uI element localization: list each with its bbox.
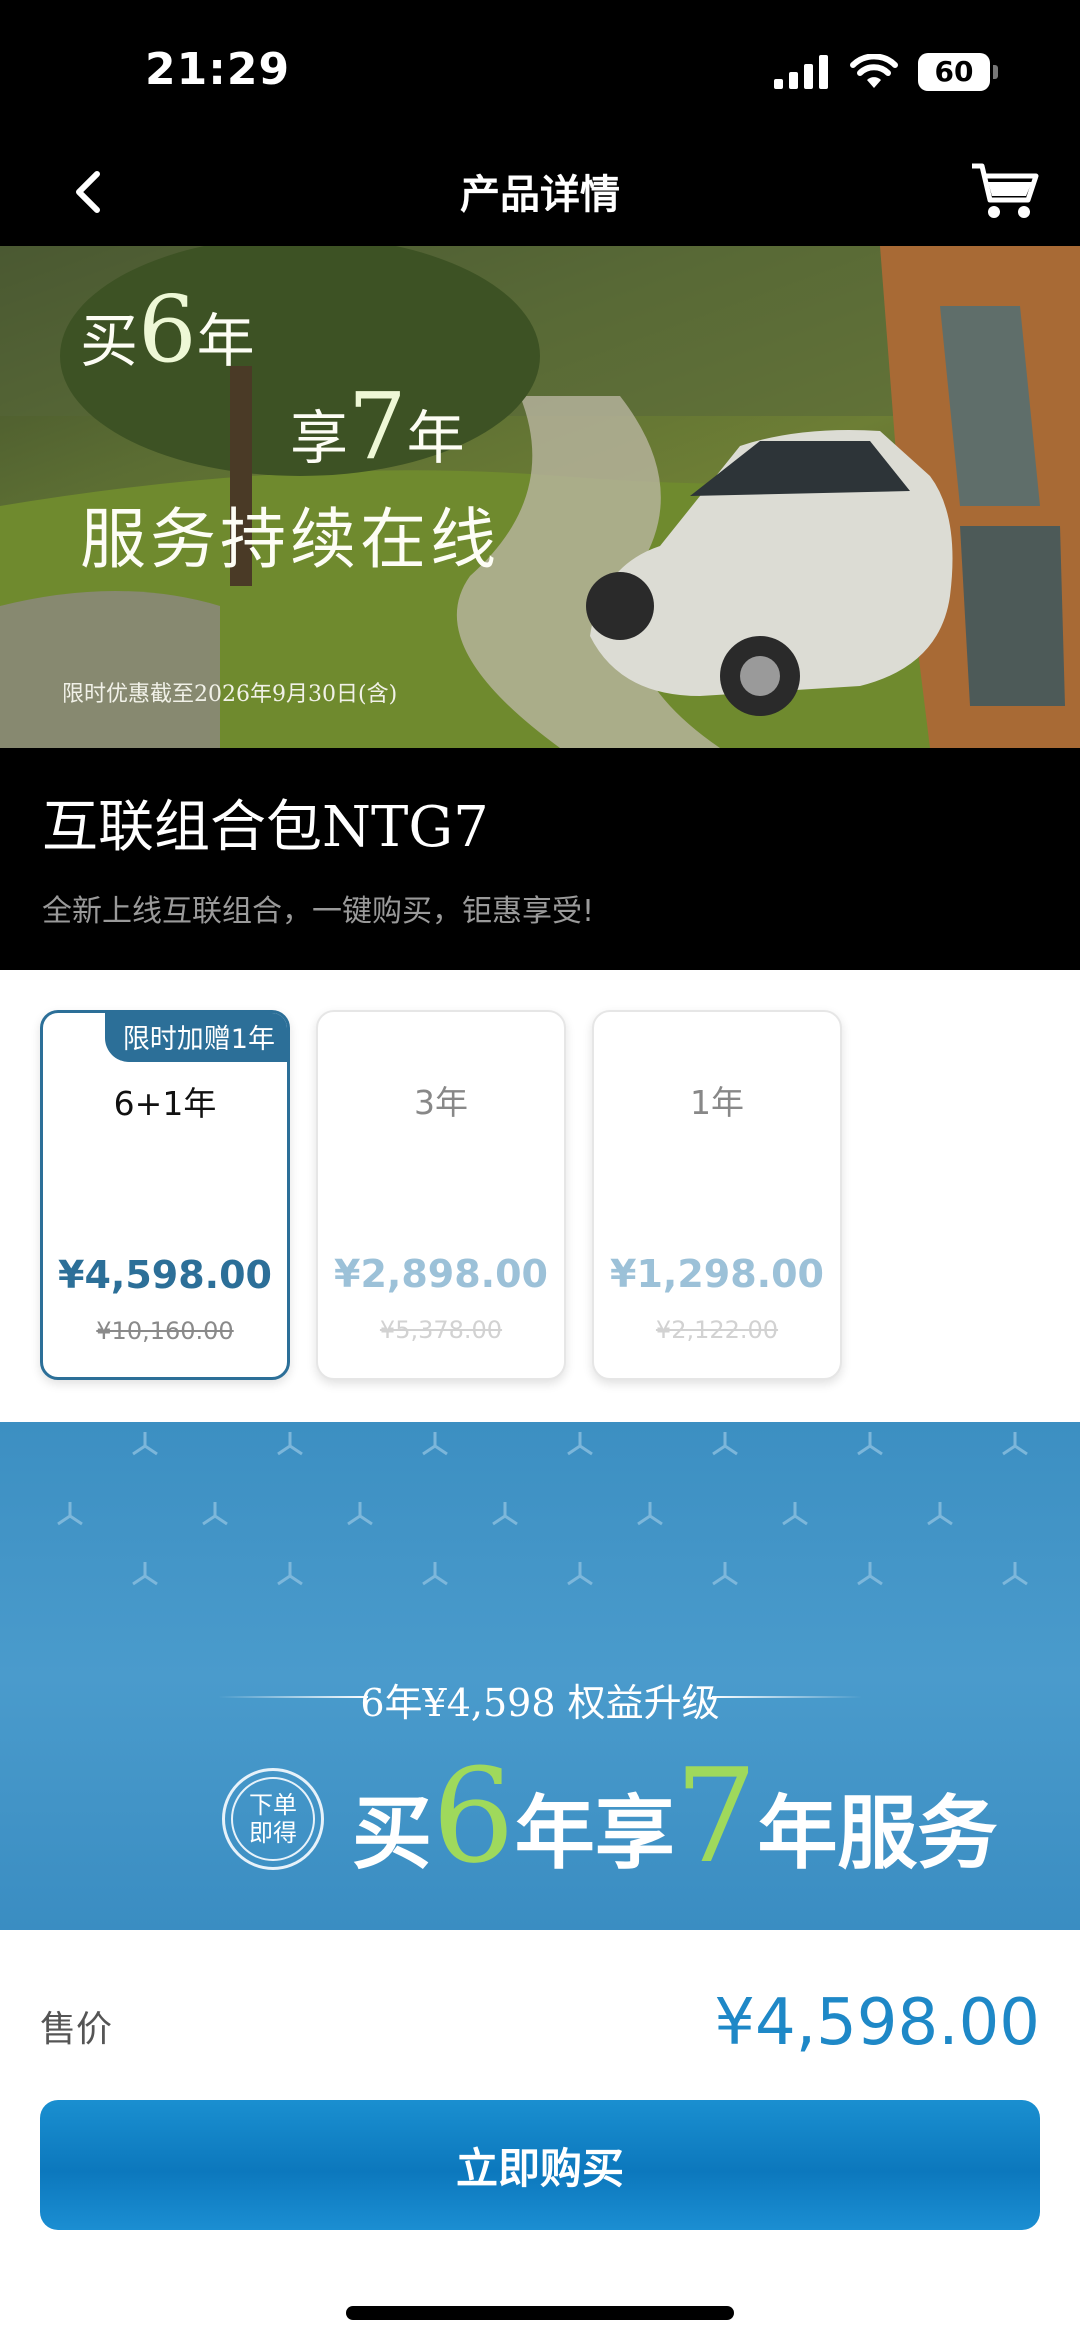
wifi-icon [850, 54, 898, 88]
package-options: 限时加赠1年 6+1年 ¥4,598.00 ¥10,160.00 3年 ¥2,8… [40, 1010, 842, 1380]
package-price: ¥2,898.00 [334, 1252, 548, 1296]
package-label: 6+1年 [113, 1084, 217, 1123]
hero-headline: 买6年 享7年 服务持续在线 [80, 276, 500, 582]
hero-banner: 买6年 享7年 服务持续在线 限时优惠截至2026年9月30日(含) [0, 246, 1080, 748]
promo-main-suffix: 年服务 [757, 1786, 998, 1880]
package-option-6plus1[interactable]: 限时加赠1年 6+1年 ¥4,598.00 ¥10,160.00 [40, 1010, 290, 1380]
status-icons: 60 [774, 50, 998, 94]
package-price: ¥1,298.00 [610, 1252, 824, 1296]
product-info: 互联组合包NTG7 全新上线互联组合，一键购买，钜惠享受! [0, 748, 1080, 970]
price-value: ¥4,598.00 [714, 1986, 1040, 2060]
promo-main-num1: 6 [432, 1740, 515, 1892]
promo-main-text: 买6年享7年服务 [352, 1740, 997, 1892]
page-title: 产品详情 [460, 172, 620, 218]
hero-line-service: 服务持续在线 [80, 501, 500, 578]
hero-line2-number: 7 [348, 373, 407, 480]
package-original-price: ¥2,122.00 [655, 1316, 779, 1344]
product-name: 互联组合包NTG7 [42, 795, 489, 860]
package-label: 1年 [690, 1083, 744, 1122]
battery-indicator: 60 [918, 53, 998, 91]
status-time: 21:29 [145, 44, 291, 95]
hero-line1-prefix: 买 [80, 307, 139, 375]
hero-line-enjoy: 享7年 [290, 373, 500, 480]
promo-seal-text: 下单 即得 [231, 1777, 315, 1861]
promo-seal-line1: 下单 [249, 1791, 297, 1819]
hero-line1-number: 6 [138, 276, 197, 383]
cart-icon [972, 163, 1039, 218]
price-label: 售价 [40, 2009, 113, 2050]
package-original-price: ¥10,160.00 [96, 1317, 234, 1345]
hero-line1-suffix: 年 [196, 307, 255, 375]
status-bar: 21:29 60 [0, 0, 1080, 140]
nav-bar: 产品详情 [0, 140, 1080, 246]
promo-seal-line2: 即得 [249, 1819, 297, 1847]
package-option-3year[interactable]: 3年 ¥2,898.00 ¥5,378.00 [316, 1010, 566, 1380]
hero-line2-prefix: 享 [290, 404, 349, 472]
promo-seal: 下单 即得 [222, 1768, 324, 1870]
promo-subline: 6年¥4,598 权益升级 [360, 1681, 720, 1725]
buy-now-button[interactable]: 立即购买 [40, 2100, 1040, 2230]
package-tag: 限时加赠1年 [104, 1013, 287, 1062]
promo-divider-right [712, 1696, 862, 1698]
package-option-1year[interactable]: 1年 ¥1,298.00 ¥2,122.00 [592, 1010, 842, 1380]
star-pattern-decoration [57, 1432, 1028, 1586]
promo-banner: 6年¥4,598 权益升级 下单 即得 买6年享7年服务 [0, 1422, 1080, 1930]
package-label: 3年 [414, 1083, 468, 1122]
hero-line-buy: 买6年 [80, 276, 500, 383]
signal-icon [774, 55, 828, 89]
home-indicator[interactable] [346, 2306, 734, 2320]
hero-line2-suffix: 年 [406, 404, 465, 472]
promo-main-mid: 年享 [514, 1786, 675, 1880]
package-original-price: ¥5,378.00 [379, 1316, 503, 1344]
cart-button[interactable] [970, 160, 1040, 222]
package-price: ¥4,598.00 [58, 1253, 272, 1297]
product-subtitle: 全新上线互联组合，一键购买，钜惠享受! [42, 894, 595, 929]
promo-main-num2: 7 [674, 1740, 758, 1892]
hero-promo-note: 限时优惠截至2026年9月30日(含) [62, 682, 398, 707]
promo-main-prefix: 买 [352, 1786, 432, 1880]
